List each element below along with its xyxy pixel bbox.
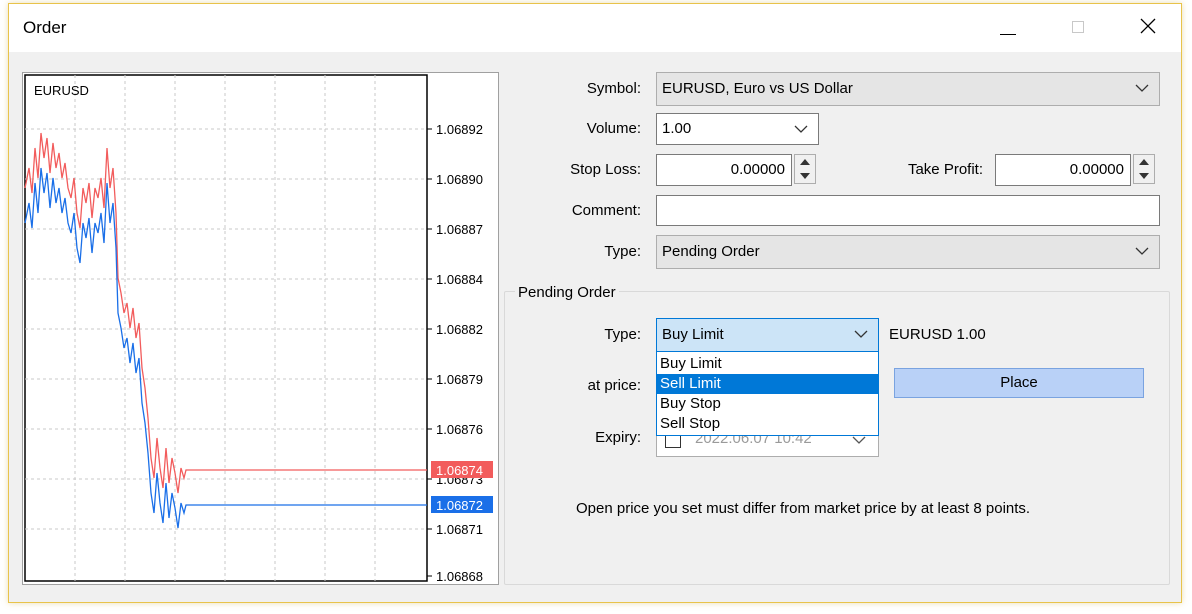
pending-summary: EURUSD 1.00	[889, 326, 986, 343]
spin-up-button[interactable]	[1134, 155, 1154, 169]
price-level-label: 1.06868	[436, 569, 483, 584]
chevron-down-icon	[854, 330, 868, 338]
arrow-up-icon	[1139, 159, 1149, 165]
take-profit-label: Take Profit:	[907, 161, 983, 178]
spin-down-button[interactable]	[795, 169, 815, 183]
pending-order-title: Pending Order	[515, 284, 619, 301]
price-level-label: 1.06876	[436, 422, 483, 437]
chevron-down-icon	[794, 125, 808, 133]
pending-type-label: Type:	[604, 326, 641, 343]
pending-type-value: Buy Limit	[662, 326, 724, 343]
symbol-label: Symbol:	[586, 80, 641, 97]
price-level-label: 1.06882	[436, 322, 483, 337]
comment-label: Comment:	[571, 202, 641, 219]
price-chart-canvas: 1.06892 1.06890 1.06887 1.06884 1.06882 1.068…	[24, 74, 493, 584]
price-level-label: 1.06887	[436, 222, 483, 237]
arrow-down-icon	[800, 173, 810, 179]
price-label: at price:	[587, 377, 641, 394]
arrow-down-icon	[1139, 173, 1149, 179]
place-button[interactable]: Place	[894, 368, 1144, 398]
order-window: Order 1.06892 1.06890 1.06887 1.06884 1.0688…	[8, 3, 1182, 603]
spin-up-button[interactable]	[795, 155, 815, 169]
volume-label: Volume:	[586, 120, 641, 137]
stop-loss-input[interactable]: 0.00000	[656, 154, 792, 186]
price-chart[interactable]: 1.06892 1.06890 1.06887 1.06884 1.06882 1.068…	[22, 72, 499, 585]
price-level-label: 1.06890	[436, 172, 483, 187]
price-level-label: 1.06871	[436, 522, 483, 537]
symbol-select[interactable]: EURUSD, Euro vs US Dollar	[656, 72, 1160, 106]
maximize-button[interactable]	[1055, 4, 1101, 52]
expiry-label: Expiry:	[595, 429, 641, 446]
price-level-label: 1.06879	[436, 372, 483, 387]
bid-price-tag-text: 1.06872	[436, 498, 483, 513]
minimize-button[interactable]	[984, 4, 1030, 52]
chevron-down-icon	[1135, 247, 1149, 255]
ask-price-tag-text: 1.06874	[436, 463, 483, 478]
symbol-value: EURUSD, Euro vs US Dollar	[662, 80, 853, 97]
volume-value: 1.00	[662, 120, 692, 137]
take-profit-spinner[interactable]	[1133, 154, 1155, 184]
comment-input[interactable]	[656, 195, 1160, 226]
close-button[interactable]	[1124, 4, 1170, 52]
stop-loss-spinner[interactable]	[794, 154, 816, 184]
window-title: Order	[23, 18, 67, 37]
pending-type-select[interactable]: Buy Limit	[656, 318, 879, 352]
type-label: Type:	[604, 243, 641, 260]
order-type-value: Pending Order	[662, 243, 760, 260]
dropdown-option-sell-stop[interactable]: Sell Stop	[657, 414, 878, 434]
dropdown-option-buy-stop[interactable]: Buy Stop	[657, 394, 878, 414]
arrow-up-icon	[800, 159, 810, 165]
price-level-label: 1.06884	[436, 272, 483, 287]
price-level-label: 1.06892	[436, 122, 483, 137]
ask-price-line	[24, 132, 427, 494]
price-distance-note: Open price you set must differ from mark…	[576, 500, 1031, 517]
dropdown-option-buy-limit[interactable]: Buy Limit	[657, 354, 878, 374]
title-bar[interactable]: Order	[9, 4, 1181, 52]
bid-price-line	[24, 167, 427, 529]
close-icon	[1140, 18, 1156, 34]
dropdown-option-sell-limit[interactable]: Sell Limit	[657, 374, 878, 394]
chevron-down-icon	[1135, 84, 1149, 92]
spin-down-button[interactable]	[1134, 169, 1154, 183]
stop-loss-label: Stop Loss:	[570, 161, 641, 178]
pending-type-dropdown[interactable]: Buy Limit Sell Limit Buy Stop Sell Stop	[656, 351, 879, 436]
chevron-down-icon	[852, 436, 866, 444]
order-type-select[interactable]: Pending Order	[656, 235, 1160, 269]
take-profit-input[interactable]: 0.00000	[995, 154, 1131, 186]
volume-select[interactable]: 1.00	[656, 113, 819, 145]
chart-symbol: EURUSD	[34, 83, 89, 98]
